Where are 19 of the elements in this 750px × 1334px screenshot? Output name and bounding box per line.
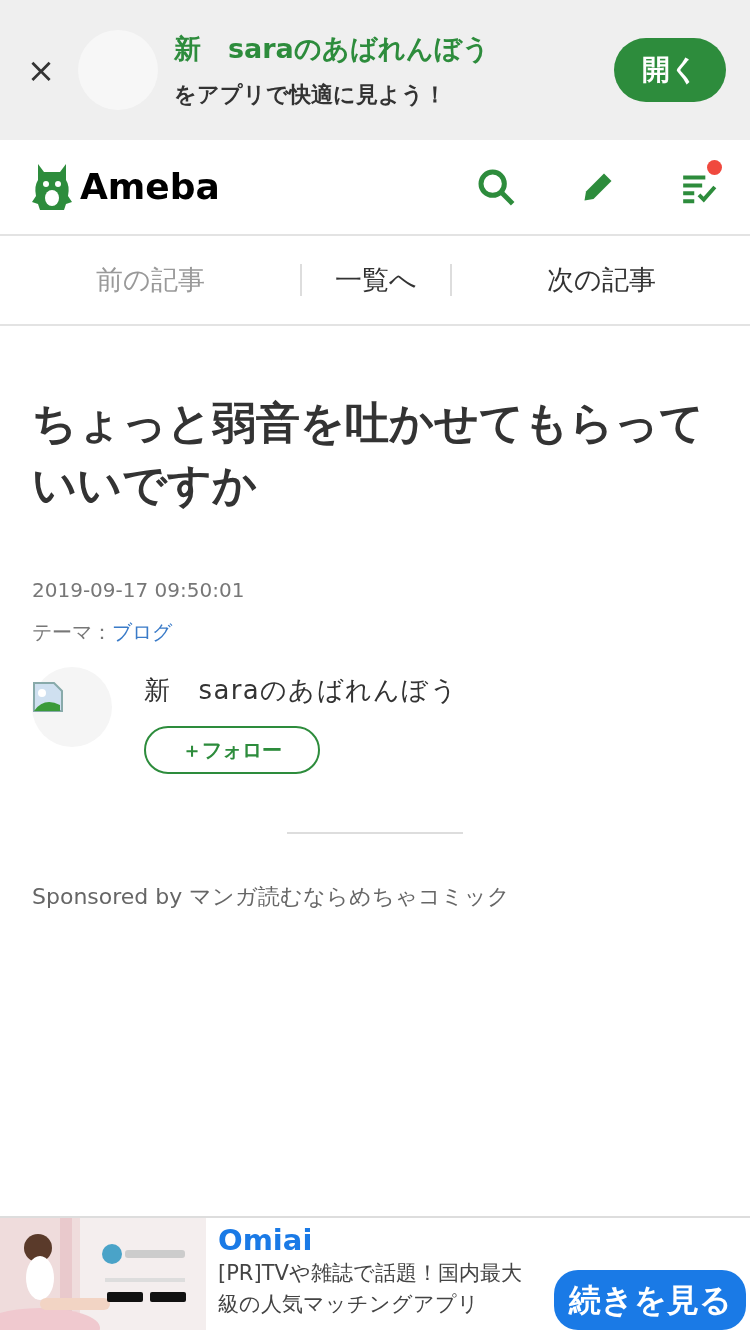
blog-name: 新 saraのあばれんぼう [174,32,491,67]
theme-link[interactable]: ブログ [112,617,172,648]
theme-label: テーマ： [32,619,112,647]
search-icon[interactable] [476,167,516,207]
article-nav-link[interactable]: 一覧へ [302,259,450,301]
author-name: 新 saraのあばれんぼう [144,674,458,708]
post-date: 2019-09-17 09:50:01 [32,577,246,605]
mascot-icon [32,162,72,212]
logo-text: Ameba [80,165,220,209]
article-title: ちょっと弱音を吐かせてもらっていいですか [32,396,705,512]
banner-message: をアプリで快適に見よう！ [174,80,447,109]
article-nav-link[interactable]: 次の記事 [452,259,750,301]
read-more-button[interactable]: 続きを見る [554,1270,746,1330]
ad-title[interactable]: Omiai [218,1222,554,1259]
close-button[interactable]: × [24,53,58,87]
sponsored-text: Sponsored by マンガ読むならめちゃコミック [32,883,512,912]
ad-text: [PR]TVや雑誌で話題！国内最大級の人気マッチングアプリ [218,1260,523,1318]
open-button[interactable]: 開く [614,38,726,102]
follow-button[interactable]: ＋フォロー [144,726,320,775]
